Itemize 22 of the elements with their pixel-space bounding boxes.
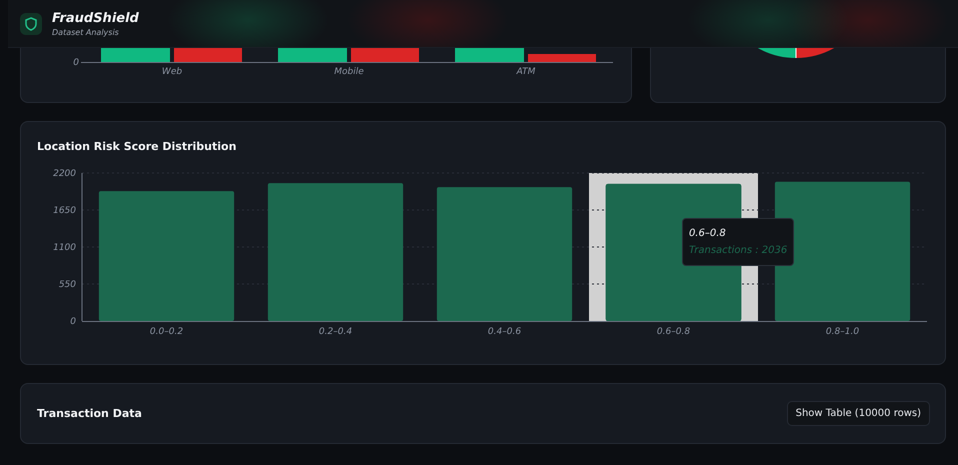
axis-tick-label: 0.0–0.2	[150, 327, 184, 337]
axis-tick-label: Mobile	[334, 67, 364, 77]
axis-tick-label: 0.8–1.0	[826, 327, 860, 337]
chart-title: Location Risk Score Distribution	[37, 140, 238, 153]
axis-tick-label: 0.6–0.8	[656, 327, 690, 337]
axis-tick-label: 0	[70, 317, 76, 327]
axis-tick-label: 0.2–0.4	[318, 327, 352, 337]
app-title: FraudShield	[52, 10, 139, 26]
axis-tick-label: 0	[73, 58, 79, 68]
tooltip-title: 0.6–0.8	[688, 228, 727, 239]
app-subtitle: Dataset Analysis	[52, 28, 120, 36]
axis-tick-label: 550	[58, 280, 76, 290]
axis-tick-label: 1100	[53, 243, 76, 253]
tooltip-value: Transactions : 2036	[688, 245, 788, 256]
axis-tick-label: 2200	[53, 169, 76, 179]
show-table-button[interactable]: Show Table (10000 rows)	[786, 401, 930, 426]
shield-icon	[20, 12, 42, 34]
axis-tick-label: ATM	[516, 67, 536, 77]
section-title: Transaction Data	[37, 407, 142, 420]
axis-tick-label: 1650	[53, 206, 76, 216]
axis-tick-label: 0.4–0.6	[488, 327, 522, 337]
axis-tick-label: Web	[162, 67, 182, 77]
